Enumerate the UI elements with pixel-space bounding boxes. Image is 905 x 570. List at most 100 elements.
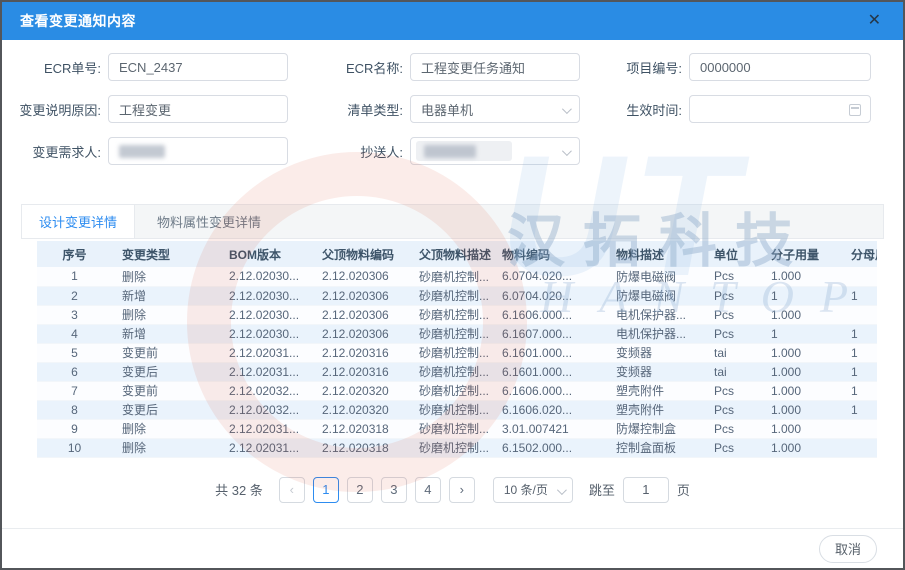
change-detail-panel: 设计变更详情 物料属性变更详情 序号变更类型BOM版本父顶物料编码父顶物料描述物… [21,204,884,503]
table-row[interactable]: 4新增2.12.02030...2.12.020306砂磨机控制...6.160… [37,324,877,343]
project-number-label: 项目编号: [580,58,682,77]
table-cell: 砂磨机控制... [409,305,492,324]
project-number-input[interactable] [689,53,871,81]
ecr-name-input[interactable] [410,53,580,81]
table-cell: 5 [37,343,112,362]
table-cell: 电机保护器... [606,305,704,324]
table-row[interactable]: 2新增2.12.02030...2.12.020306砂磨机控制...6.070… [37,286,877,305]
table-cell: 6.1502.000... [492,438,606,457]
column-header: BOM版本 [219,241,312,267]
page-button-2[interactable]: 2 [347,477,373,503]
change-table: 序号变更类型BOM版本父顶物料编码父顶物料描述物料编码物料描述单位分子用量分母用… [37,241,877,458]
table-cell: Pcs [704,438,761,457]
table-cell [841,267,877,286]
page-size-select[interactable]: 10 条/页 [493,477,573,503]
dialog-title: 查看变更通知内容 [20,11,136,31]
table-cell: 1 [841,362,877,381]
table-row[interactable]: 9删除2.12.02031...2.12.020318砂磨机控制...3.01.… [37,419,877,438]
table-row[interactable]: 10删除2.12.02031...2.12.020318砂磨机控制...6.15… [37,438,877,457]
table-cell: 防爆控制盒 [606,419,704,438]
column-header: 物料描述 [606,241,704,267]
table-cell: 1.000 [761,305,841,324]
table-cell: 删除 [112,305,219,324]
jump-page-input[interactable] [623,477,669,503]
table-row[interactable]: 3删除2.12.02030...2.12.020306砂磨机控制...6.160… [37,305,877,324]
column-header: 分母用量 [841,241,877,267]
table-cell: 变频器 [606,362,704,381]
table-cell: 2.12.02030... [219,305,312,324]
table-cell: 新增 [112,324,219,343]
table-cell: 1.000 [761,381,841,400]
change-reason-label: 变更说明原因: [16,100,101,119]
table-row[interactable]: 7变更前2.12.02032...2.12.020320砂磨机控制...6.16… [37,381,877,400]
list-type-select[interactable]: 电器单机 [410,95,580,123]
table-cell: 6.1606.000... [492,305,606,324]
form-row-2: 变更说明原因: 清单类型: 电器单机 生效时间: [2,95,903,123]
table-cell: 6.0704.020... [492,267,606,286]
ecr-form: ECR单号: ECR名称: 项目编号: 变更说明原因: 清单类型: 电器单机 生… [2,40,903,165]
table-cell: 10 [37,438,112,457]
pagination: 共 32 条 ‹ 1234 › 10 条/页 跳至 页 [21,477,884,503]
table-cell: 1.000 [761,343,841,362]
column-header: 变更类型 [112,241,219,267]
chevron-down-icon [562,146,572,156]
effective-date-input[interactable] [689,95,871,123]
total-count: 共 32 条 [215,480,263,499]
table-cell: 防爆电磁阀 [606,267,704,286]
cc-recipient-select[interactable] [410,137,580,165]
cancel-button[interactable]: 取消 [819,535,877,563]
page-button-1[interactable]: 1 [313,477,339,503]
tab-design-change-detail[interactable]: 设计变更详情 [22,205,135,238]
table-cell: 砂磨机控制... [409,438,492,457]
ecr-number-input[interactable] [108,53,288,81]
table-cell: 7 [37,381,112,400]
redacted-name [119,145,165,158]
table-cell: 2.12.020306 [312,305,409,324]
table-cell: 砂磨机控制... [409,286,492,305]
cc-recipient-chip [416,141,512,161]
table-cell: 1 [841,324,877,343]
change-notice-dialog: 查看变更通知内容 ✕ UT 汉拓科技 HANTOP ECR单号: ECR名称: … [0,0,905,570]
table-cell: 4 [37,324,112,343]
table-cell: 6.1601.000... [492,343,606,362]
table-cell: 8 [37,400,112,419]
table-cell: 变更后 [112,400,219,419]
table-row[interactable]: 8变更后2.12.02032...2.12.020320砂磨机控制...6.16… [37,400,877,419]
tab-material-attr-change-detail[interactable]: 物料属性变更详情 [135,205,283,238]
table-cell: 砂磨机控制... [409,400,492,419]
table-cell: Pcs [704,419,761,438]
table-cell: 1.000 [761,362,841,381]
change-reason-input[interactable] [108,95,288,123]
next-page-button[interactable]: › [449,477,475,503]
table-cell: 塑壳附件 [606,400,704,419]
column-header: 序号 [37,241,112,267]
jump-suffix-label: 页 [677,480,690,499]
table-cell: 变更前 [112,381,219,400]
table-cell: 变更前 [112,343,219,362]
table-cell: 2.12.02030... [219,286,312,305]
table-cell: 2.12.02031... [219,438,312,457]
table-cell: 电机保护器... [606,324,704,343]
table-body: 1删除2.12.02030...2.12.020306砂磨机控制...6.070… [37,267,877,457]
page-button-3[interactable]: 3 [381,477,407,503]
table-cell: Pcs [704,400,761,419]
table-cell: 1 [761,286,841,305]
prev-page-button[interactable]: ‹ [279,477,305,503]
column-header: 父顶物料编码 [312,241,409,267]
table-row[interactable]: 6变更后2.12.02031...2.12.020316砂磨机控制...6.16… [37,362,877,381]
table-row[interactable]: 1删除2.12.02030...2.12.020306砂磨机控制...6.070… [37,267,877,286]
table-cell: Pcs [704,305,761,324]
table-cell: 1 [761,324,841,343]
table-cell: 1 [841,400,877,419]
table-cell: 2.12.02031... [219,419,312,438]
change-requester-input[interactable] [108,137,288,165]
page-button-4[interactable]: 4 [415,477,441,503]
table-cell: Pcs [704,267,761,286]
column-header: 单位 [704,241,761,267]
table-cell: 防爆电磁阀 [606,286,704,305]
table-row[interactable]: 5变更前2.12.02031...2.12.020316砂磨机控制...6.16… [37,343,877,362]
close-icon[interactable]: ✕ [864,11,885,31]
table-cell: 1.000 [761,267,841,286]
table-cell: 控制盒面板 [606,438,704,457]
dialog-titlebar: 查看变更通知内容 ✕ [2,2,903,40]
